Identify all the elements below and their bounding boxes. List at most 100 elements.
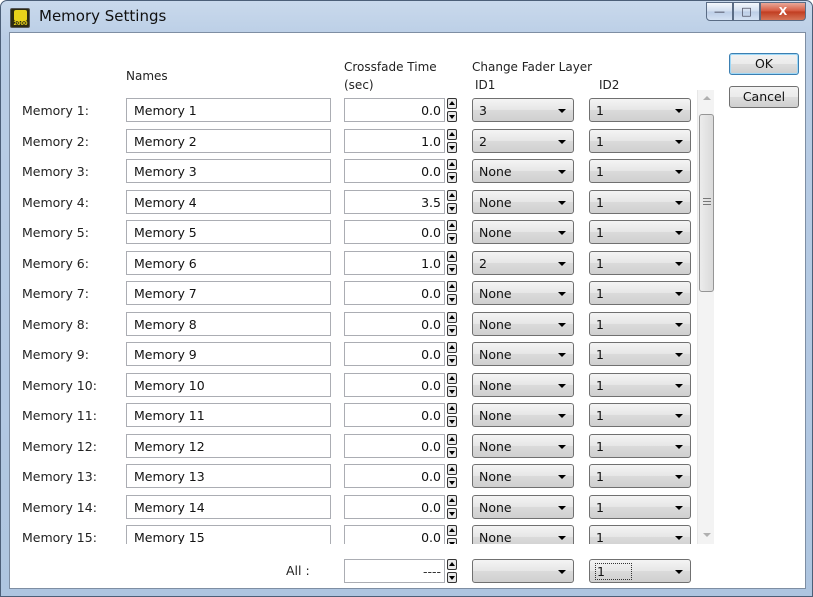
crossfade-time-spinner[interactable] bbox=[447, 98, 457, 122]
crossfade-time-spinner[interactable] bbox=[447, 342, 457, 366]
spin-up-icon[interactable] bbox=[447, 464, 457, 475]
crossfade-time-spinner[interactable] bbox=[447, 525, 457, 544]
id2-dropdown[interactable]: 1 bbox=[589, 311, 691, 336]
spin-down-icon[interactable] bbox=[447, 324, 457, 336]
crossfade-time-input[interactable]: 0.0 bbox=[344, 525, 445, 544]
memory-name-input[interactable]: Memory 15 bbox=[126, 525, 331, 544]
ok-button[interactable]: OK bbox=[729, 53, 799, 75]
crossfade-time-input[interactable]: 0.0 bbox=[344, 220, 445, 244]
spin-up-icon[interactable] bbox=[447, 220, 457, 231]
all-id1-dropdown[interactable] bbox=[472, 559, 574, 583]
id1-dropdown[interactable]: 3 bbox=[472, 98, 574, 122]
crossfade-time-input[interactable]: 0.0 bbox=[344, 403, 445, 427]
spin-down-icon[interactable] bbox=[447, 507, 457, 519]
id2-dropdown[interactable]: 1 bbox=[589, 494, 691, 519]
id1-dropdown[interactable]: 2 bbox=[472, 128, 574, 153]
spin-down-icon[interactable] bbox=[447, 111, 457, 122]
spin-down-icon[interactable] bbox=[447, 385, 457, 397]
id2-dropdown[interactable]: 1 bbox=[589, 128, 691, 153]
memory-name-input[interactable]: Memory 11 bbox=[126, 403, 331, 427]
title-bar[interactable]: 2000 Memory Settings — □ X bbox=[1, 1, 812, 31]
crossfade-time-spinner[interactable] bbox=[447, 403, 457, 427]
crossfade-time-input[interactable]: 0.0 bbox=[344, 342, 445, 366]
memory-name-input[interactable]: Memory 5 bbox=[126, 220, 331, 244]
spin-down-icon[interactable] bbox=[447, 263, 457, 275]
memory-name-input[interactable]: Memory 1 bbox=[126, 98, 331, 122]
memory-name-input[interactable]: Memory 2 bbox=[126, 128, 331, 153]
spin-up-icon[interactable] bbox=[447, 128, 457, 140]
spin-up-icon[interactable] bbox=[447, 372, 457, 384]
spin-up-icon[interactable] bbox=[447, 159, 457, 170]
memory-name-input[interactable]: Memory 12 bbox=[126, 433, 331, 458]
id2-dropdown[interactable]: 1 bbox=[589, 342, 691, 366]
spin-down-icon[interactable] bbox=[447, 294, 457, 305]
crossfade-time-input[interactable]: 0.0 bbox=[344, 464, 445, 488]
crossfade-time-input[interactable]: 0.0 bbox=[344, 311, 445, 336]
spin-up-icon[interactable] bbox=[447, 311, 457, 323]
spin-up-icon[interactable] bbox=[447, 250, 457, 262]
id2-dropdown[interactable]: 1 bbox=[589, 525, 691, 544]
crossfade-time-spinner[interactable] bbox=[447, 250, 457, 275]
memory-name-input[interactable]: Memory 9 bbox=[126, 342, 331, 366]
crossfade-time-spinner[interactable] bbox=[447, 433, 457, 458]
crossfade-time-spinner[interactable] bbox=[447, 311, 457, 336]
spin-up-icon[interactable] bbox=[447, 525, 457, 536]
crossfade-time-spinner[interactable] bbox=[447, 281, 457, 305]
crossfade-time-spinner[interactable] bbox=[447, 464, 457, 488]
id1-dropdown[interactable]: None bbox=[472, 220, 574, 244]
spin-down-icon[interactable] bbox=[447, 202, 457, 214]
vertical-scrollbar[interactable] bbox=[697, 90, 714, 544]
spin-down-icon[interactable] bbox=[447, 538, 457, 544]
spin-down-icon[interactable] bbox=[447, 446, 457, 458]
spin-down-icon[interactable] bbox=[447, 477, 457, 488]
crossfade-time-input[interactable]: 0.0 bbox=[344, 372, 445, 397]
id1-dropdown[interactable]: None bbox=[472, 342, 574, 366]
id1-dropdown[interactable]: None bbox=[472, 372, 574, 397]
spin-up-icon[interactable] bbox=[447, 281, 457, 292]
crossfade-time-spinner[interactable] bbox=[447, 128, 457, 153]
id1-dropdown[interactable]: None bbox=[472, 311, 574, 336]
memory-name-input[interactable]: Memory 14 bbox=[126, 494, 331, 519]
spin-up-icon[interactable] bbox=[447, 494, 457, 506]
scroll-up-arrow-icon[interactable] bbox=[703, 96, 711, 100]
id1-dropdown[interactable]: None bbox=[472, 159, 574, 183]
id1-dropdown[interactable]: None bbox=[472, 525, 574, 544]
all-crossfade-input[interactable]: ---- bbox=[344, 559, 445, 583]
memory-name-input[interactable]: Memory 10 bbox=[126, 372, 331, 397]
spin-down-icon[interactable] bbox=[447, 233, 457, 244]
crossfade-time-input[interactable]: 0.0 bbox=[344, 159, 445, 183]
id2-dropdown[interactable]: 1 bbox=[589, 433, 691, 458]
memory-name-input[interactable]: Memory 8 bbox=[126, 311, 331, 336]
spin-down-icon[interactable] bbox=[447, 355, 457, 366]
crossfade-time-spinner[interactable] bbox=[447, 494, 457, 519]
crossfade-time-input[interactable]: 0.0 bbox=[344, 98, 445, 122]
id1-dropdown[interactable]: None bbox=[472, 464, 574, 488]
id1-dropdown[interactable]: None bbox=[472, 403, 574, 427]
maximize-button[interactable]: □ bbox=[733, 2, 760, 21]
id1-dropdown[interactable]: None bbox=[472, 281, 574, 305]
spin-down-icon[interactable] bbox=[447, 172, 457, 183]
id1-dropdown[interactable]: None bbox=[472, 433, 574, 458]
id2-dropdown[interactable]: 1 bbox=[589, 189, 691, 214]
id2-dropdown[interactable]: 1 bbox=[589, 372, 691, 397]
scroll-down-arrow-icon[interactable] bbox=[703, 533, 711, 537]
id2-dropdown[interactable]: 1 bbox=[589, 220, 691, 244]
memory-name-input[interactable]: Memory 3 bbox=[126, 159, 331, 183]
crossfade-time-input[interactable]: 0.0 bbox=[344, 494, 445, 519]
spin-down-icon[interactable] bbox=[447, 572, 457, 583]
id2-dropdown[interactable]: 1 bbox=[589, 250, 691, 275]
crossfade-time-spinner[interactable] bbox=[447, 159, 457, 183]
crossfade-time-input[interactable]: 1.0 bbox=[344, 250, 445, 275]
id1-dropdown[interactable]: 2 bbox=[472, 250, 574, 275]
scrollbar-thumb[interactable] bbox=[699, 114, 714, 292]
spin-up-icon[interactable] bbox=[447, 98, 457, 109]
close-button[interactable]: X bbox=[760, 2, 806, 21]
memory-name-input[interactable]: Memory 6 bbox=[126, 250, 331, 275]
crossfade-time-spinner[interactable] bbox=[447, 189, 457, 214]
memory-name-input[interactable]: Memory 4 bbox=[126, 189, 331, 214]
crossfade-time-spinner[interactable] bbox=[447, 220, 457, 244]
id2-dropdown[interactable]: 1 bbox=[589, 98, 691, 122]
id1-dropdown[interactable]: None bbox=[472, 494, 574, 519]
all-crossfade-spinner[interactable] bbox=[447, 559, 457, 583]
id2-dropdown[interactable]: 1 bbox=[589, 159, 691, 183]
